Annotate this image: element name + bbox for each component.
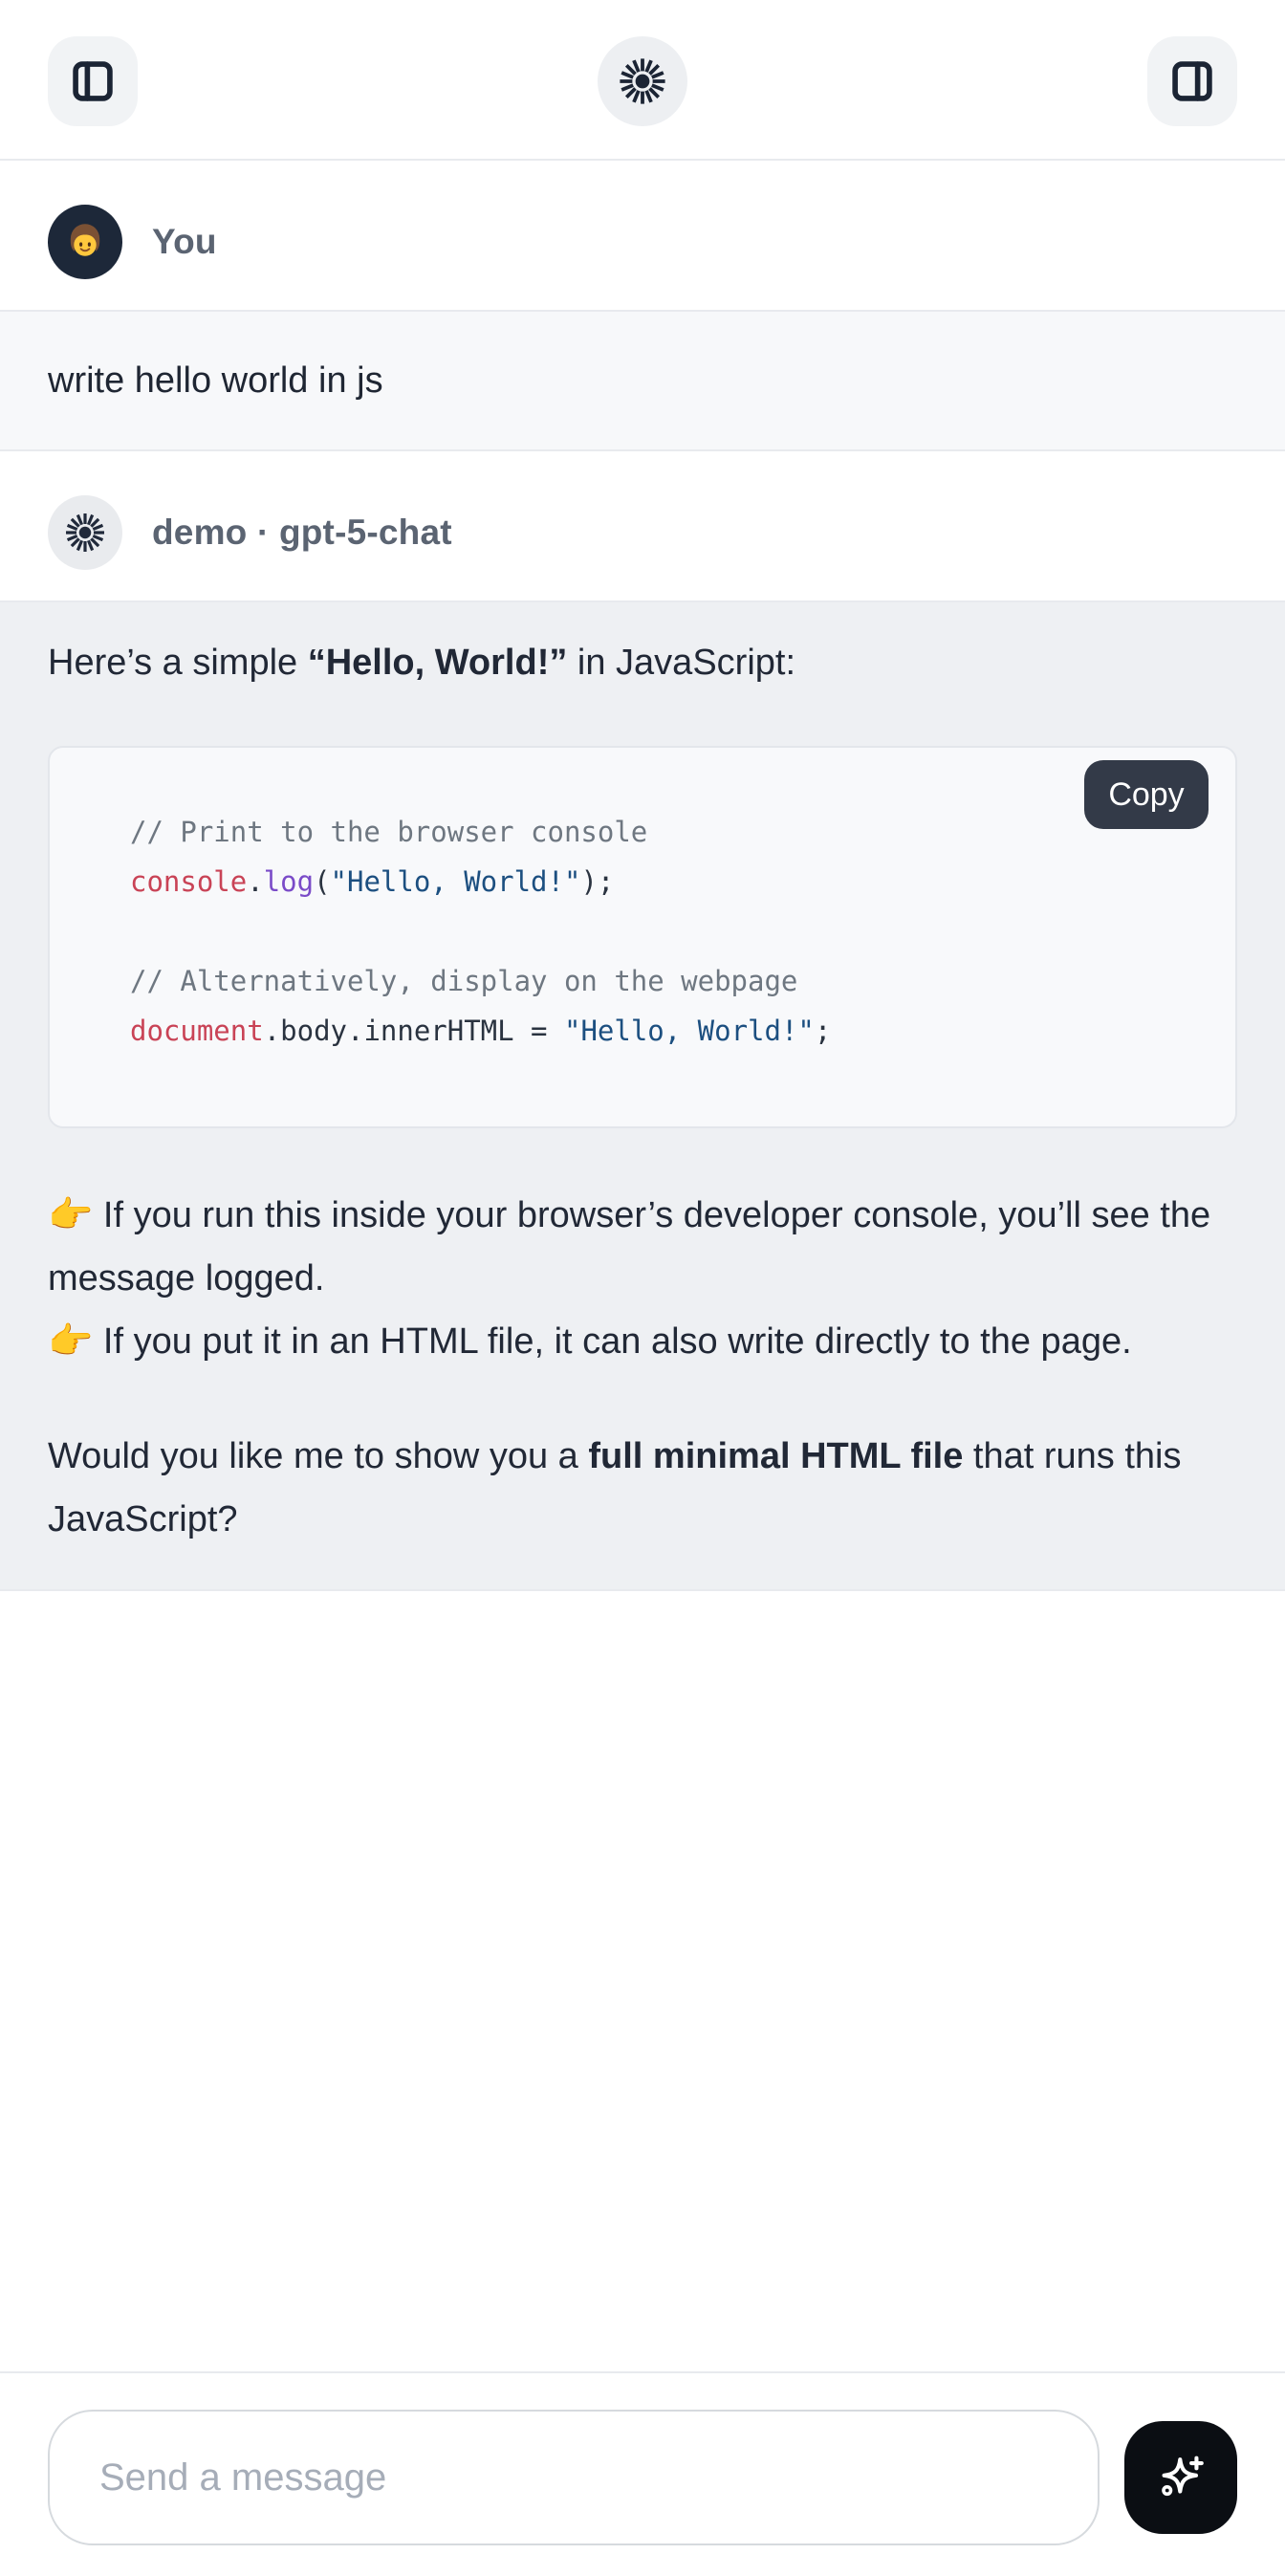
top-bar [0,0,1285,161]
sidebar-toggle-button[interactable] [48,36,138,126]
person-emoji-icon [61,218,109,266]
starburst-logo-icon [618,56,667,106]
starburst-avatar-icon [64,512,106,554]
tip-line: 👉 If you put it in an HTML file, it can … [48,1321,1132,1362]
assistant-avatar [48,495,122,570]
tip-line: 👉 If you run this inside your browser’s … [48,1195,1210,1299]
assistant-tips-text: 👉 If you run this inside your browser’s … [48,1184,1237,1373]
assistant-sender-label: demo · gpt-5-chat [152,513,452,553]
assistant-intro-text: Here’s a simple “Hello, World!” in JavaS… [48,631,1237,694]
intro-bold-text: “Hello, World!” [308,643,568,683]
logo-button[interactable] [598,36,687,126]
message-input[interactable] [48,2410,1100,2545]
user-message-header: You [0,161,1285,310]
assistant-message-bubble: Here’s a simple “Hello, World!” in JavaS… [0,600,1285,1591]
user-avatar [48,205,122,279]
send-button[interactable] [1124,2421,1237,2534]
outro-bold-text: full minimal HTML file [588,1436,963,1476]
code-block: Copy // Print to the browser console con… [48,746,1237,1128]
composer-bar [0,2371,1285,2576]
sparkle-icon [1153,2450,1209,2505]
pointing-finger-icon: 👉 [48,1195,93,1235]
pointing-finger-icon: 👉 [48,1321,93,1362]
code-content: // Print to the browser console console.… [130,807,1197,1056]
chat-app: You write hello world in js demo · gpt-5… [0,0,1285,2576]
panel-right-icon [1168,57,1216,105]
assistant-message: demo · gpt-5-chat Here’s a simple “Hello… [0,451,1285,1591]
assistant-outro-text: Would you like me to show you a full min… [48,1425,1237,1551]
right-panel-toggle-button[interactable] [1147,36,1237,126]
panel-left-icon [69,57,117,105]
user-sender-label: You [152,222,217,262]
user-message-text: write hello world in js [48,358,1237,404]
empty-chat-space [0,1591,1285,2371]
user-message: You write hello world in js [0,161,1285,451]
user-message-bubble: write hello world in js [0,310,1285,451]
assistant-message-header: demo · gpt-5-chat [0,451,1285,600]
copy-button[interactable]: Copy [1084,760,1209,829]
